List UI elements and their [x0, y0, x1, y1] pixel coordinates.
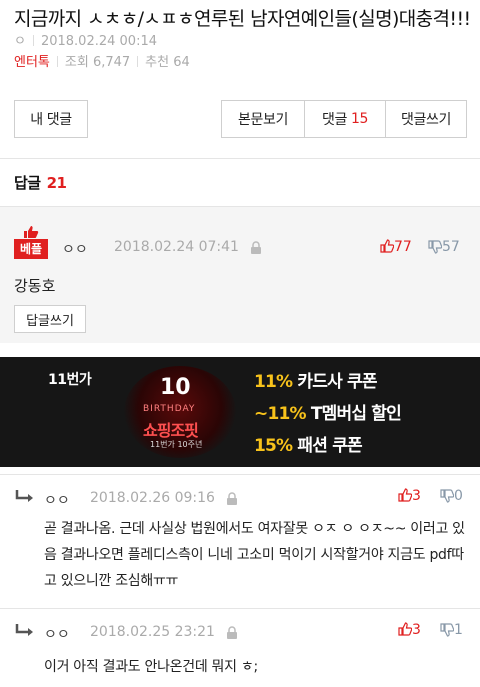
lock-icon: [251, 241, 261, 254]
downvote-button[interactable]: 0: [440, 488, 463, 504]
section-divider: [0, 158, 480, 159]
row-divider: [0, 474, 480, 475]
divider: [137, 56, 139, 67]
thumbs-down-icon: [440, 489, 455, 503]
thumbs-up-icon: [24, 226, 39, 238]
divider: [32, 35, 34, 46]
replies-heading: 답글 21: [14, 172, 67, 193]
best-badge: 베플: [14, 225, 48, 261]
comment-body: 곧 결과나옴. 근데 사실상 법원에서도 여자잘못 ㅇㅈ ㅇ ㅇㅈ~~ 이러고 …: [44, 521, 465, 589]
comment-nick[interactable]: ㅇㅇ: [44, 624, 70, 644]
banner-line-1: 11% 카드사 쿠폰: [254, 372, 378, 392]
comment-body: 강동호: [14, 277, 56, 295]
thumbs-down-icon: [428, 240, 443, 254]
reply-arrow-icon: [15, 624, 33, 636]
view-body-button[interactable]: 본문보기: [221, 100, 305, 138]
thumbs-up-icon: [398, 622, 413, 636]
upvote-count: 77: [394, 239, 412, 255]
write-reply-button[interactable]: 답글쓰기: [14, 305, 86, 333]
my-comments-button[interactable]: 내 댓글: [14, 100, 88, 138]
row-divider: [0, 608, 480, 609]
lock-icon: [227, 626, 237, 639]
best-comment: 베플 ㅇㅇ 2018.02.24 07:41 77 57 강동호 답글쓰기: [0, 206, 480, 343]
comment-date: 2018.02.24 07:41: [114, 239, 239, 255]
upvote-button[interactable]: 3: [398, 622, 421, 638]
banner-logo: 11번가: [48, 372, 92, 388]
ad-banner[interactable]: 11번가 10 BIRTHDAY 쇼핑조핏 11번가 10주년 11% 카드사 …: [0, 357, 480, 467]
write-comment-button[interactable]: 댓글쓰기: [385, 100, 467, 138]
thumbs-down-icon: [440, 623, 455, 637]
upvote-button[interactable]: 3: [398, 488, 421, 504]
comments-label: 댓글: [322, 112, 347, 128]
downvote-button[interactable]: 1: [440, 622, 463, 638]
best-badge-label: 베플: [14, 239, 48, 259]
replies-count: 21: [46, 174, 67, 192]
comment-date: 2018.02.26 09:16: [90, 490, 215, 506]
banner-badge-number: 10: [160, 375, 191, 400]
lock-icon: [227, 492, 237, 505]
downvote-count: 57: [442, 239, 460, 255]
upvote-button[interactable]: 77: [380, 239, 412, 255]
comments-button[interactable]: 댓글 15: [304, 100, 386, 138]
banner-line-2: ~11% T멤버십 할인: [254, 404, 402, 424]
comment-date: 2018.02.25 23:21: [90, 624, 215, 640]
post-author: ㅇ: [14, 34, 26, 49]
thumbs-up-icon: [398, 488, 413, 502]
comment-nick[interactable]: ㅇㅇ: [44, 490, 70, 510]
replies-label: 답글: [14, 174, 41, 192]
banner-badge-birthday: BIRTHDAY: [143, 404, 196, 414]
post-date: 2018.02.24 00:14: [40, 34, 157, 49]
post-likes: 추천 64: [145, 55, 190, 70]
post-meta-stats: 엔터톡 조회 6,747 추천 64: [14, 51, 190, 70]
upvote-count: 3: [412, 622, 421, 638]
post-views: 조회 6,747: [64, 55, 131, 70]
banner-badge-show: 쇼핑조핏: [143, 421, 199, 440]
reply-arrow-icon: [15, 490, 33, 502]
downvote-count: 1: [454, 622, 463, 638]
post-meta-author-date: ㅇ 2018.02.24 00:14: [14, 30, 157, 49]
post-title: 지금까지 ㅅㅊㅎ/ㅅㅍㅎ연루된 남자연예인들(실명)대충격!!!: [14, 8, 471, 30]
upvote-count: 3: [412, 488, 421, 504]
banner-badge-sub: 11번가 10주년: [150, 440, 203, 449]
downvote-count: 0: [454, 488, 463, 504]
post-category[interactable]: 엔터톡: [14, 55, 50, 70]
banner-line-3: 15% 패션 쿠폰: [254, 436, 363, 456]
downvote-button[interactable]: 57: [428, 239, 460, 255]
comment-nick[interactable]: ㅇㅇ: [62, 239, 88, 259]
comments-count: 15: [350, 111, 368, 127]
divider: [56, 56, 58, 67]
thumbs-up-icon: [380, 239, 395, 253]
comment-body: 이거 아직 결과도 안나온건데 뭐지 ㅎ;: [44, 659, 258, 675]
